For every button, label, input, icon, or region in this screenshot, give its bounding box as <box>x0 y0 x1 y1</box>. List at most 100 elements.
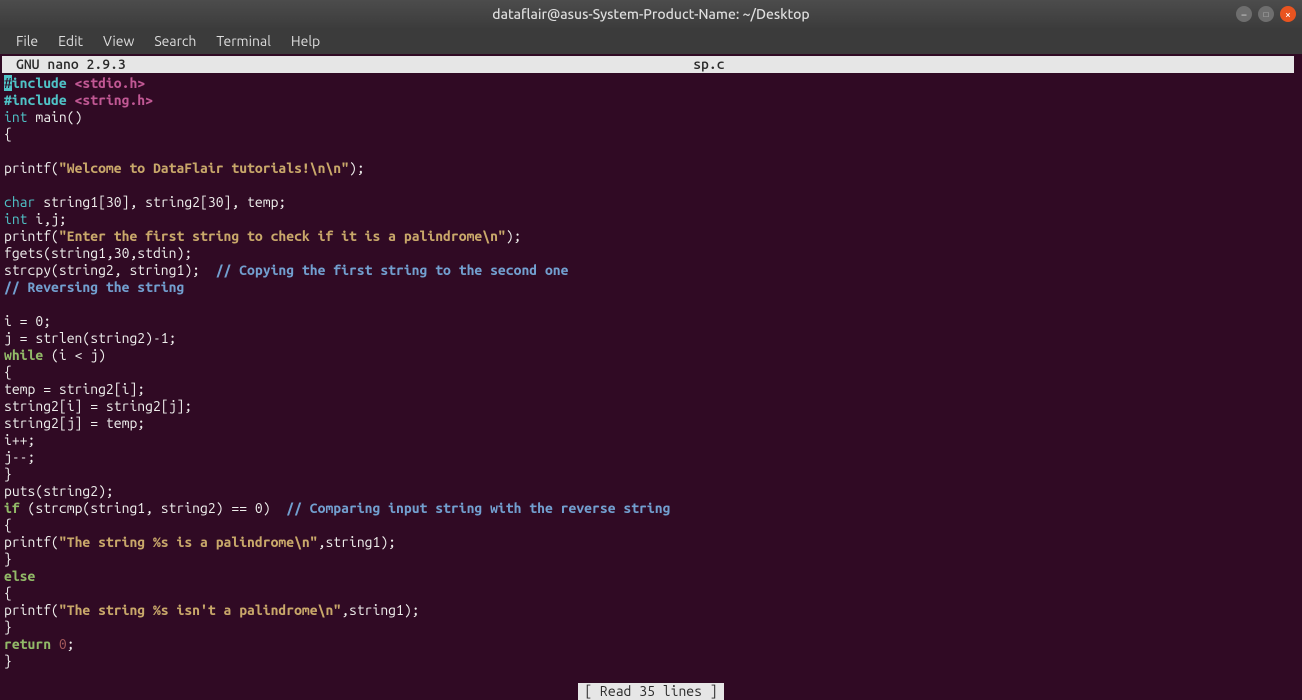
code-token: { <box>4 126 12 142</box>
code-token: "The string %s isn't a palindrome\n" <box>59 602 341 618</box>
code-token: } <box>4 551 12 567</box>
menu-file[interactable]: File <box>8 30 46 52</box>
code-line: { <box>4 517 1298 534</box>
code-token <box>67 92 75 108</box>
nano-footer: [ Read 35 lines ] <box>0 683 1302 700</box>
code-line: fgets(string1,30,stdin); <box>4 245 1298 262</box>
close-icon: × <box>1285 9 1291 20</box>
menu-view[interactable]: View <box>95 30 142 52</box>
code-token: string2[i] = string2[j]; <box>4 398 192 414</box>
code-token: printf( <box>4 160 59 176</box>
code-line: { <box>4 126 1298 143</box>
code-token <box>51 636 59 652</box>
code-token: i = 0; <box>4 313 51 329</box>
code-token: int <box>4 109 28 125</box>
code-line: } <box>4 653 1298 670</box>
code-line: } <box>4 551 1298 568</box>
code-line: i = 0; <box>4 313 1298 330</box>
code-token: 0 <box>59 636 67 652</box>
code-line: } <box>4 619 1298 636</box>
code-token: main() <box>28 109 83 125</box>
code-token: // Copying the first string to the secon… <box>216 262 569 278</box>
code-token: ,string1); <box>341 602 419 618</box>
code-token: temp = string2[i]; <box>4 381 145 397</box>
code-token: fgets(string1,30,stdin); <box>4 245 192 261</box>
code-line: char string1[30], string2[30], temp; <box>4 194 1298 211</box>
code-line: { <box>4 364 1298 381</box>
code-token: # <box>4 75 12 91</box>
code-token: // Reversing the string <box>4 279 184 295</box>
maximize-button[interactable]: □ <box>1258 6 1274 22</box>
titlebar: dataflair@asus-System-Product-Name: ~/De… <box>0 0 1302 28</box>
menu-search[interactable]: Search <box>146 30 204 52</box>
code-token: puts(string2); <box>4 483 114 499</box>
code-token: string2[j] = temp; <box>4 415 145 431</box>
code-token: "Welcome to DataFlair tutorials!\n\n" <box>59 160 349 176</box>
code-token: <stdio.h> <box>75 75 146 91</box>
code-line: string2[j] = temp; <box>4 415 1298 432</box>
code-token: else <box>4 568 35 584</box>
code-line: puts(string2); <box>4 483 1298 500</box>
code-line: int main() <box>4 109 1298 126</box>
code-token: char <box>4 194 35 210</box>
maximize-icon: □ <box>1264 10 1269 19</box>
code-line <box>4 177 1298 194</box>
code-line: if (strcmp(string1, string2) == 0) // Co… <box>4 500 1298 517</box>
code-line: printf("The string %s is a palindrome\n"… <box>4 534 1298 551</box>
nano-version: GNU nano 2.9.3 <box>4 56 126 73</box>
code-line: while (i < j) <box>4 347 1298 364</box>
code-line: #include <string.h> <box>4 92 1298 109</box>
close-button[interactable]: × <box>1280 6 1296 22</box>
menu-help[interactable]: Help <box>283 30 328 52</box>
code-token: if <box>4 500 20 516</box>
code-line: #include <stdio.h> <box>4 75 1298 92</box>
code-line: printf("Welcome to DataFlair tutorials!\… <box>4 160 1298 177</box>
code-token: ; <box>67 636 75 652</box>
code-line: j--; <box>4 449 1298 466</box>
code-line: return 0; <box>4 636 1298 653</box>
code-line: temp = string2[i]; <box>4 381 1298 398</box>
code-token: #include <box>4 92 67 108</box>
code-line: { <box>4 585 1298 602</box>
window-title: dataflair@asus-System-Product-Name: ~/De… <box>492 6 809 22</box>
code-token: } <box>4 653 12 669</box>
code-token: ); <box>349 160 365 176</box>
code-line: printf("The string %s isn't a palindrome… <box>4 602 1298 619</box>
nano-header: GNU nano 2.9.3 sp.c <box>2 56 1294 73</box>
nano-footer-msg: [ Read 35 lines ] <box>578 683 723 700</box>
code-token: (strcmp(string1, string2) == 0) <box>20 500 287 516</box>
code-line: string2[i] = string2[j]; <box>4 398 1298 415</box>
code-line: i++; <box>4 432 1298 449</box>
code-token: { <box>4 585 12 601</box>
code-token: // Comparing input string with the rever… <box>286 500 670 516</box>
code-token: "The string %s is a palindrome\n" <box>59 534 318 550</box>
menu-terminal[interactable]: Terminal <box>208 30 279 52</box>
code-token: (i < j) <box>43 347 106 363</box>
code-line: else <box>4 568 1298 585</box>
code-line <box>4 143 1298 160</box>
code-token: j = strlen(string2)-1; <box>4 330 176 346</box>
code-token: "Enter the first string to check if it i… <box>59 228 506 244</box>
menubar: File Edit View Search Terminal Help <box>0 28 1302 54</box>
code-token: { <box>4 517 12 533</box>
code-line <box>4 296 1298 313</box>
code-line: // Reversing the string <box>4 279 1298 296</box>
code-token: j--; <box>4 449 35 465</box>
minimize-button[interactable]: – <box>1236 6 1252 22</box>
code-token: return <box>4 636 51 652</box>
minimize-icon: – <box>1242 9 1247 20</box>
menu-edit[interactable]: Edit <box>50 30 91 52</box>
code-token <box>67 75 75 91</box>
code-line: strcpy(string2, string1); // Copying the… <box>4 262 1298 279</box>
code-line: j = strlen(string2)-1; <box>4 330 1298 347</box>
code-token: } <box>4 619 12 635</box>
code-token: <string.h> <box>75 92 153 108</box>
code-token: { <box>4 364 12 380</box>
code-token: ,string1); <box>318 534 396 550</box>
editor-area[interactable]: #include <stdio.h>#include <string.h>int… <box>0 75 1302 670</box>
code-line: printf("Enter the first string to check … <box>4 228 1298 245</box>
code-token: string1[30], string2[30], temp; <box>35 194 286 210</box>
code-line: int i,j; <box>4 211 1298 228</box>
code-token: } <box>4 466 12 482</box>
code-token: printf( <box>4 228 59 244</box>
